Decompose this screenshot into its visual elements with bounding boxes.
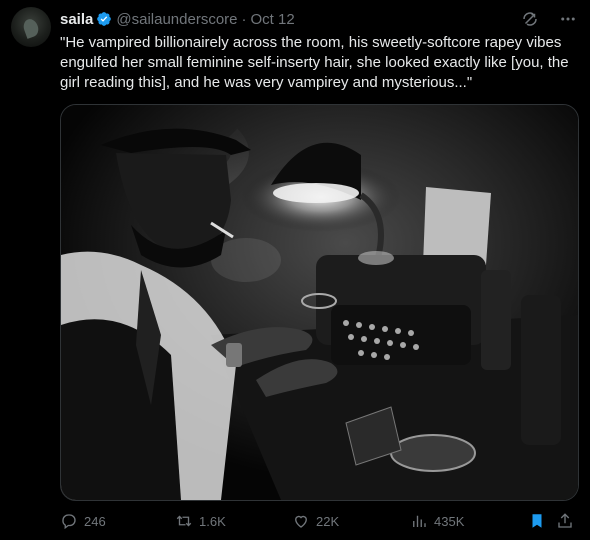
action-bar: 246 1.6K 22K 435K [60,510,577,532]
views-button[interactable]: 435K [410,510,464,532]
tweet-photo[interactable] [60,104,579,501]
reply-count: 246 [84,513,106,529]
tweet-text: "He vampired billionairely across the ro… [60,34,569,91]
share-button[interactable] [556,510,574,532]
retweet-icon [176,515,192,527]
verified-badge-icon [97,12,112,26]
views-count: 435K [434,513,465,529]
bookmark-button[interactable] [528,510,546,532]
author-name[interactable]: saila [60,11,93,28]
bookmark-icon [532,514,542,528]
avatar[interactable] [11,7,51,47]
top-actions [520,9,578,29]
more-options-icon[interactable] [558,9,578,29]
views-chart-icon [413,515,426,527]
grok-icon[interactable] [520,9,540,29]
retweet-count: 1.6K [199,513,226,529]
tweet-header: saila @sailaunderscore · Oct 12 [60,10,295,28]
photo-illustration [61,105,578,500]
avatar-leaf-icon [21,17,41,39]
author-handle[interactable]: @sailaunderscore [116,11,237,28]
share-icon [558,513,572,528]
retweet-button[interactable]: 1.6K [175,510,226,532]
separator-dot: · [241,10,247,28]
reply-button[interactable]: 246 [60,510,106,532]
reply-icon [62,514,76,530]
tweet-date[interactable]: Oct 12 [251,11,295,28]
like-count: 22K [316,513,340,529]
heart-icon [295,515,307,528]
like-button[interactable]: 22K [292,510,339,532]
